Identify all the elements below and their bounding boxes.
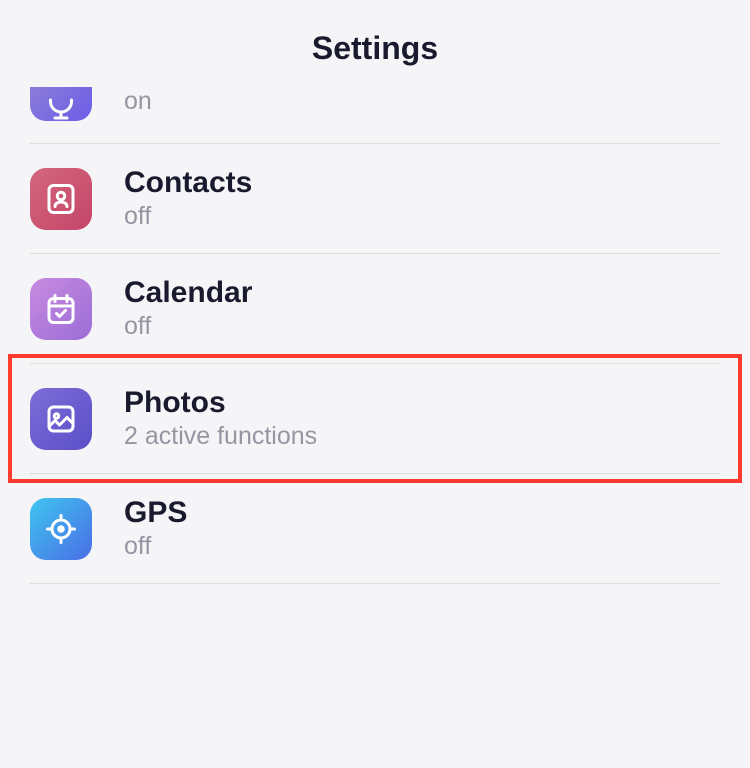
row-title: GPS: [124, 496, 187, 530]
header: Settings: [0, 0, 750, 87]
settings-row-gps[interactable]: GPS off: [30, 474, 720, 584]
page-title: Settings: [0, 30, 750, 67]
row-text: on: [124, 87, 152, 116]
row-sub: 2 active functions: [124, 422, 317, 451]
settings-row-contacts[interactable]: Contacts off: [30, 144, 720, 254]
settings-row-photos[interactable]: Photos 2 active functions: [30, 364, 720, 474]
settings-list: on Contacts off Calendar: [0, 87, 750, 584]
row-title: Calendar: [124, 276, 252, 310]
row-sub: off: [124, 202, 252, 231]
row-sub: off: [124, 532, 187, 561]
contacts-icon: [30, 168, 92, 230]
row-text: Contacts off: [124, 166, 252, 231]
row-sub: off: [124, 312, 252, 341]
row-sub: on: [124, 87, 152, 116]
photos-icon: [30, 388, 92, 450]
row-text: GPS off: [124, 496, 187, 561]
row-text: Calendar off: [124, 276, 252, 341]
row-title: Photos: [124, 386, 317, 420]
gps-icon: [30, 498, 92, 560]
highlight-box: [8, 354, 742, 483]
row-text: Photos 2 active functions: [124, 386, 317, 451]
mic-icon: [30, 87, 92, 121]
row-title: Contacts: [124, 166, 252, 200]
settings-row-mic[interactable]: on: [30, 87, 720, 144]
calendar-icon: [30, 278, 92, 340]
settings-row-calendar[interactable]: Calendar off: [30, 254, 720, 364]
